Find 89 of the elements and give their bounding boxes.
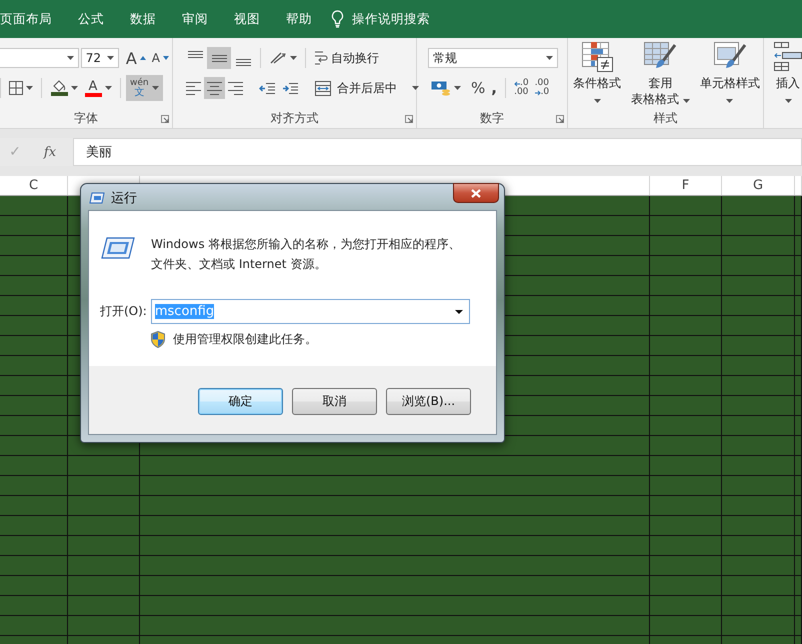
right-arrow-icon	[534, 90, 541, 96]
insert-function-button[interactable]: fx	[35, 144, 65, 160]
column-header[interactable]: C	[0, 176, 68, 195]
align-middle-icon	[212, 54, 226, 62]
dialog-button[interactable]: 浏览(B)...	[386, 388, 471, 415]
caret-icon	[26, 86, 33, 90]
increase-decimal-button[interactable]: .0 .00	[510, 76, 532, 100]
font-size-field[interactable]: 72	[80, 48, 119, 68]
align-button[interactable]	[207, 47, 231, 69]
dialog-message: 文件夹、文档或 Internet 资源。	[151, 257, 328, 272]
indent-icon	[282, 82, 299, 94]
caret-icon	[726, 99, 734, 103]
caret-icon	[152, 86, 159, 90]
comma-button[interactable]: ,	[488, 77, 500, 99]
ribbon-tab[interactable]: 公式	[65, 0, 117, 38]
shrink-font-button[interactable]: A	[148, 47, 172, 69]
up-caret-icon	[140, 56, 146, 60]
run-icon	[89, 192, 105, 204]
tell-me-search[interactable]: 操作说明搜索	[352, 10, 430, 28]
ribbon-tab[interactable]: 帮助	[273, 0, 325, 38]
angled-text-icon	[269, 51, 287, 65]
grow-font-button[interactable]: A	[122, 47, 149, 69]
group-label: 字体	[73, 110, 99, 126]
caret-icon	[412, 86, 419, 90]
decrease-decimal-button[interactable]: .00 .0	[532, 76, 552, 100]
formula-field[interactable]: 美丽	[73, 138, 802, 166]
caret-icon	[682, 99, 690, 103]
lightbulb-icon	[331, 10, 344, 28]
group-label: 对齐方式	[270, 110, 320, 126]
align-bottom-icon	[236, 58, 250, 66]
align-button[interactable]	[204, 77, 225, 99]
paint-bucket-icon	[52, 80, 66, 92]
phonetic-button[interactable]: wén 文	[126, 75, 163, 101]
caret-icon	[105, 86, 112, 90]
font-name-field[interactable]	[0, 48, 79, 68]
caret-icon	[71, 86, 78, 90]
number-format-field[interactable]: 常规	[428, 48, 558, 68]
wrap-text-button[interactable]: 自动换行	[311, 47, 382, 69]
run-icon	[101, 237, 135, 259]
money-icon	[431, 80, 451, 96]
dropdown-arrow-icon[interactable]	[454, 310, 463, 314]
caret-icon	[290, 56, 297, 60]
close-button[interactable]	[453, 183, 499, 203]
caret-icon	[594, 99, 600, 103]
column-header[interactable]: G	[722, 176, 795, 195]
align-top-icon	[188, 50, 202, 58]
dialog-button[interactable]: 取消	[292, 388, 377, 415]
fill-color-swatch	[50, 92, 68, 96]
close-icon	[471, 188, 481, 198]
insert-button[interactable]: 插入	[774, 38, 802, 108]
dialog-title: 运行	[111, 190, 137, 206]
caret-icon	[454, 86, 461, 90]
down-caret-icon	[163, 56, 169, 60]
dialog-launcher-icon[interactable]	[556, 115, 564, 123]
caret-icon	[66, 56, 74, 60]
caret-icon	[106, 56, 114, 60]
ribbon-tab[interactable]: 审阅	[169, 0, 221, 38]
style-gallery-button[interactable]: 条件格式	[568, 38, 626, 108]
caret-icon	[546, 56, 553, 60]
percent-button[interactable]: %	[468, 77, 488, 99]
merge-cells-icon	[315, 80, 331, 96]
admin-note: 使用管理权限创建此任务。	[173, 331, 317, 348]
align-left-icon	[186, 82, 201, 94]
merge-center-button[interactable]: 合并后居中	[312, 77, 422, 99]
outdent-icon	[259, 82, 276, 94]
ribbon-tab[interactable]: 页面布局	[0, 0, 65, 38]
column-header[interactable]: F	[650, 176, 722, 195]
style-gallery-button[interactable]: 单元格样式	[694, 38, 765, 108]
style-gallery-button[interactable]: 套用 表格格式	[626, 38, 695, 108]
font-color-swatch	[84, 92, 102, 96]
align-center-icon	[207, 82, 222, 94]
ribbon-tab[interactable]: 视图	[221, 0, 273, 38]
grid-icon	[9, 81, 23, 95]
conditional-format-icon	[581, 42, 613, 72]
align-right-icon	[228, 82, 243, 94]
dialog-message: Windows 将根据您所输入的名称，为您打开相应的程序、	[151, 237, 460, 252]
wrap-text-icon	[314, 50, 328, 66]
left-arrow-icon	[514, 80, 520, 86]
open-label: 打开(O):	[100, 303, 147, 320]
font-color-button[interactable]: A	[81, 77, 115, 99]
caret-icon	[784, 99, 792, 103]
dialog-launcher-icon[interactable]	[405, 115, 413, 123]
insert-cells-icon	[774, 42, 802, 72]
group-label: 样式	[652, 110, 678, 126]
dialog-button[interactable]: 确定	[198, 388, 283, 415]
ribbon-tab[interactable]: 数据	[117, 0, 169, 38]
group-label: 数字	[479, 110, 505, 126]
shield-icon	[151, 331, 165, 348]
dialog-launcher-icon[interactable]	[161, 115, 169, 123]
